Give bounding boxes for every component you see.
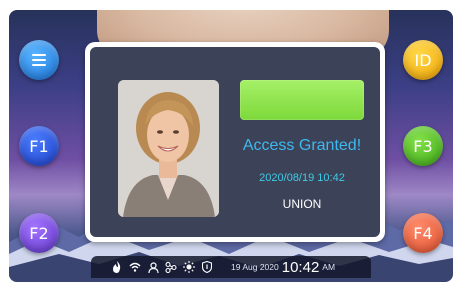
f1-button[interactable]: F1	[19, 126, 59, 166]
wifi-icon	[129, 261, 141, 273]
taskbar-date: 19 Aug 2020	[231, 262, 279, 272]
network-icon	[165, 261, 177, 273]
taskbar-time: 10:42	[281, 258, 320, 276]
access-datetime: 2020/08/19 10:42	[259, 172, 345, 184]
f2-button[interactable]: F2	[19, 213, 59, 253]
user-photo	[118, 80, 219, 217]
brightness-icon	[183, 261, 195, 273]
user-icon	[147, 261, 159, 273]
f2-label: F2	[29, 223, 49, 243]
access-dialog: Access Granted! 2020/08/19 10:42 UNION	[85, 42, 385, 242]
f3-label: F3	[413, 136, 433, 156]
status-taskbar: 19 Aug 2020 10:42 AM	[91, 256, 371, 278]
shield-icon	[201, 261, 213, 273]
flame-icon	[111, 261, 123, 273]
taskbar-ampm: AM	[322, 262, 336, 272]
id-button[interactable]: ID	[403, 40, 443, 80]
id-label: ID	[414, 50, 432, 70]
user-photo-image	[118, 80, 219, 217]
f1-label: F1	[29, 136, 49, 156]
f3-button[interactable]: F3	[403, 126, 443, 166]
menu-button[interactable]	[19, 40, 59, 80]
menu-icon	[32, 54, 46, 66]
status-icons	[111, 261, 213, 273]
access-message: Access Granted!	[242, 137, 362, 154]
access-status-indicator	[240, 80, 364, 120]
company-name: UNION	[282, 197, 322, 211]
f4-button[interactable]: F4	[403, 213, 443, 253]
f4-label: F4	[413, 223, 433, 243]
access-dialog-panel: Access Granted! 2020/08/19 10:42 UNION	[90, 47, 380, 237]
